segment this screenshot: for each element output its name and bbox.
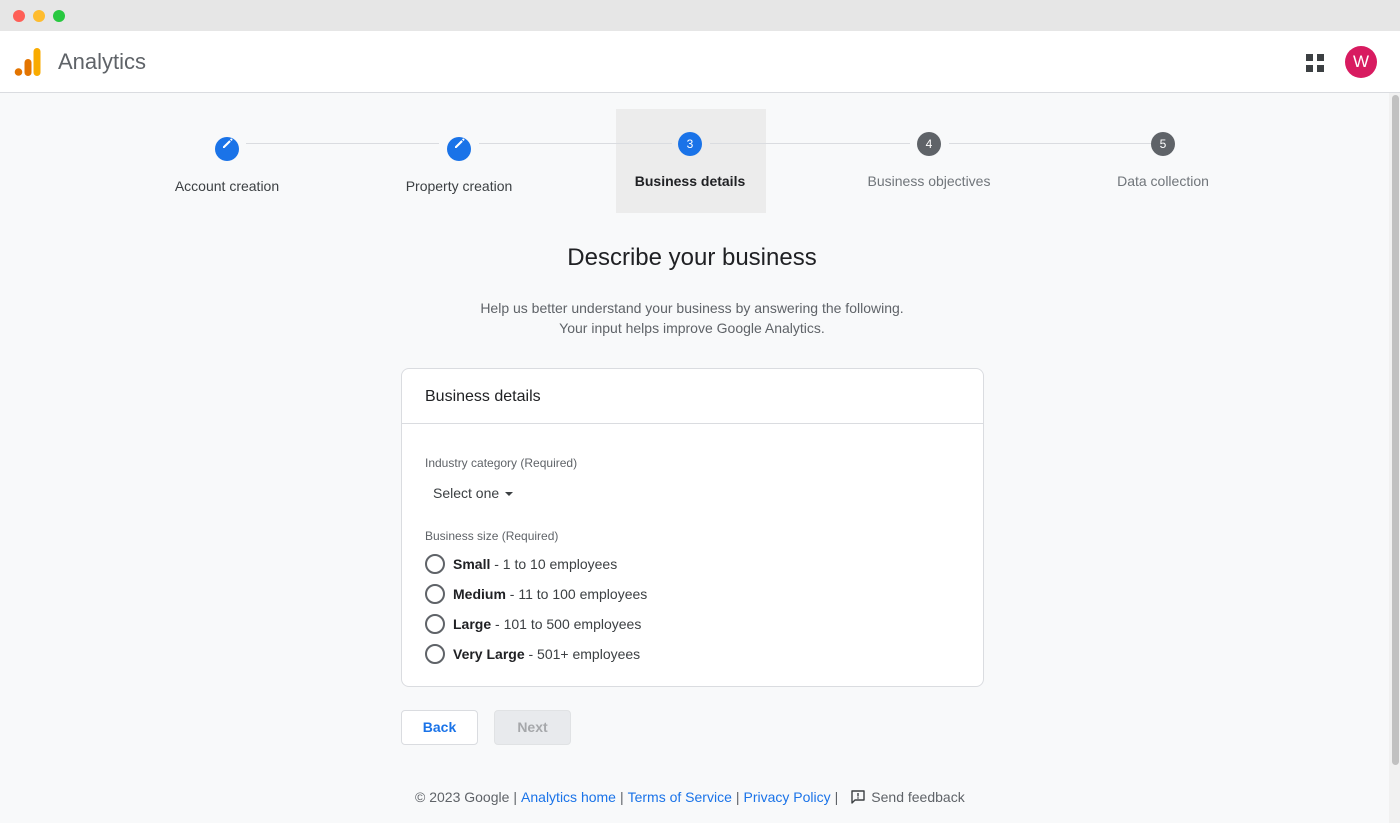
pencil-icon (222, 138, 233, 148)
step-edit-icon (447, 137, 471, 161)
copyright-text: © 2023 Google (415, 789, 510, 805)
radio-label: Large - 101 to 500 employees (453, 616, 641, 632)
radio-option-very-large[interactable]: Very Large - 501+ employees (425, 643, 640, 665)
step-business-details[interactable]: 3 Business details (590, 132, 790, 189)
size-name: Large (453, 616, 492, 632)
account-avatar[interactable]: W (1345, 46, 1377, 78)
description-line-2: Your input helps improve Google Analytic… (559, 320, 825, 336)
industry-category-select[interactable]: Select one (433, 485, 514, 501)
footer-separator: | (513, 789, 518, 805)
step-label: Business details (634, 173, 746, 189)
footer-separator: | (735, 789, 740, 805)
page-description: Help us better understand your business … (0, 298, 1384, 338)
step-edit-icon (215, 137, 239, 161)
step-number: 3 (678, 132, 702, 156)
app-header: Analytics W (0, 31, 1400, 93)
size-name: Very Large (453, 646, 525, 662)
radio-label: Medium - 11 to 100 employees (453, 586, 647, 602)
step-label: Property creation (405, 178, 513, 194)
privacy-policy-link[interactable]: Privacy Policy (744, 789, 831, 805)
radio-option-medium[interactable]: Medium - 11 to 100 employees (425, 583, 647, 605)
radio-button[interactable] (425, 554, 445, 574)
radio-label: Very Large - 501+ employees (453, 646, 640, 662)
step-account-creation[interactable]: Account creation (127, 132, 327, 194)
business-details-card: Business details Industry category (Requ… (401, 368, 984, 687)
next-button[interactable]: Next (494, 710, 571, 745)
window-titlebar (0, 0, 1400, 31)
radio-option-large[interactable]: Large - 101 to 500 employees (425, 613, 641, 635)
back-button[interactable]: Back (401, 710, 478, 745)
radio-option-small[interactable]: Small - 1 to 10 employees (425, 553, 617, 575)
size-name: Medium (453, 586, 506, 602)
feedback-icon (851, 790, 865, 804)
radio-button[interactable] (425, 644, 445, 664)
step-number: 5 (1151, 132, 1175, 156)
footer-separator: | (834, 789, 839, 805)
card-divider (402, 423, 983, 424)
industry-category-label: Industry category (Required) (425, 456, 578, 470)
maximize-window-button[interactable] (53, 10, 65, 22)
app-title: Analytics (58, 49, 147, 74)
page-title: Describe your business (567, 244, 817, 271)
business-size-label: Business size (Required) (425, 529, 559, 543)
apps-grid-icon[interactable] (1305, 53, 1325, 73)
analytics-logo-icon (14, 48, 41, 76)
step-business-objectives: 4 Business objectives (829, 132, 1029, 189)
radio-button[interactable] (425, 614, 445, 634)
size-desc: - 501+ employees (524, 646, 641, 662)
description-line-1: Help us better understand your business … (480, 300, 904, 316)
dropdown-arrow-icon (505, 492, 514, 497)
step-property-creation[interactable]: Property creation (359, 132, 559, 194)
size-desc: - 11 to 100 employees (505, 586, 648, 602)
step-label: Business objectives (867, 173, 991, 189)
select-value: Select one (433, 485, 500, 501)
analytics-home-link[interactable]: Analytics home (521, 789, 616, 805)
close-window-button[interactable] (13, 10, 25, 22)
scrollbar-thumb[interactable] (1392, 95, 1399, 765)
send-feedback-button[interactable]: Send feedback (850, 789, 965, 805)
minimize-window-button[interactable] (33, 10, 45, 22)
step-number: 4 (917, 132, 941, 156)
pencil-icon (454, 138, 465, 148)
step-label: Data collection (1117, 173, 1209, 189)
size-name: Small (453, 556, 491, 572)
size-desc: - 1 to 10 employees (490, 556, 618, 572)
step-data-collection: 5 Data collection (1063, 132, 1263, 189)
footer: © 2023 Google | Analytics home | Terms o… (415, 789, 965, 805)
radio-label: Small - 1 to 10 employees (453, 556, 617, 572)
radio-button[interactable] (425, 584, 445, 604)
step-label: Account creation (174, 178, 280, 194)
feedback-label: Send feedback (871, 789, 965, 805)
size-desc: - 101 to 500 employees (491, 616, 642, 632)
card-title: Business details (425, 388, 541, 405)
footer-separator: | (619, 789, 624, 805)
terms-of-service-link[interactable]: Terms of Service (628, 789, 732, 805)
